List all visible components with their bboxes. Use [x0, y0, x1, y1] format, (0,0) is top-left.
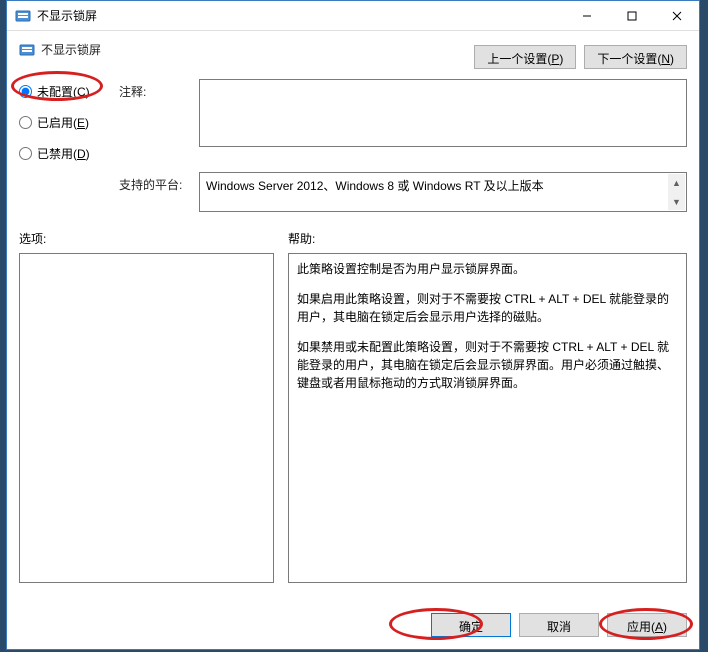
help-label: 帮助: — [288, 230, 687, 247]
comment-label: 注释: — [119, 79, 199, 100]
policy-icon — [19, 42, 35, 58]
platform-label: 支持的平台: — [119, 172, 199, 212]
dialog-window: 不显示锁屏 不显示锁屏 — [6, 0, 700, 650]
radio-disabled[interactable]: 已禁用(D) — [19, 145, 119, 162]
dialog-footer: 确定 取消 应用(A) — [19, 613, 687, 637]
state-radios: 未配置(C) 已启用(E) 已禁用(D) — [19, 79, 119, 162]
previous-setting-button[interactable]: 上一个设置(P) — [474, 45, 576, 69]
scrollbar[interactable]: ▲ ▼ — [668, 174, 685, 210]
cancel-button[interactable]: 取消 — [519, 613, 599, 637]
help-paragraph: 如果启用此策略设置，则对于不需要按 CTRL + ALT + DEL 就能登录的… — [297, 290, 678, 326]
help-paragraph: 此策略设置控制是否为用户显示锁屏界面。 — [297, 260, 678, 278]
titlebar[interactable]: 不显示锁屏 — [7, 1, 699, 31]
supported-platform-box: Windows Server 2012、Windows 8 或 Windows … — [199, 172, 687, 212]
options-panel — [19, 253, 274, 583]
radio-enabled-input[interactable] — [19, 116, 32, 129]
close-button[interactable] — [654, 1, 699, 30]
help-panel: 此策略设置控制是否为用户显示锁屏界面。 如果启用此策略设置，则对于不需要按 CT… — [288, 253, 687, 583]
scroll-down-icon[interactable]: ▼ — [668, 193, 685, 210]
page-title: 不显示锁屏 — [41, 41, 101, 58]
apply-button[interactable]: 应用(A) — [607, 613, 687, 637]
radio-not-configured-input[interactable] — [19, 85, 32, 98]
window-title: 不显示锁屏 — [37, 7, 564, 24]
policy-icon — [15, 8, 31, 24]
next-setting-button[interactable]: 下一个设置(N) — [584, 45, 687, 69]
radio-not-configured[interactable]: 未配置(C) — [19, 83, 119, 100]
scroll-up-icon[interactable]: ▲ — [668, 174, 685, 191]
help-paragraph: 如果禁用或未配置此策略设置，则对于不需要按 CTRL + ALT + DEL 就… — [297, 338, 678, 392]
ok-button[interactable]: 确定 — [431, 613, 511, 637]
comment-textarea[interactable] — [199, 79, 687, 147]
options-label: 选项: — [19, 230, 274, 247]
minimize-button[interactable] — [564, 1, 609, 30]
radio-disabled-input[interactable] — [19, 147, 32, 160]
maximize-button[interactable] — [609, 1, 654, 30]
dialog-content: 不显示锁屏 上一个设置(P) 下一个设置(N) 未配置(C) 已启用(E) — [7, 31, 699, 649]
radio-enabled[interactable]: 已启用(E) — [19, 114, 119, 131]
platform-text: Windows Server 2012、Windows 8 或 Windows … — [206, 179, 544, 193]
